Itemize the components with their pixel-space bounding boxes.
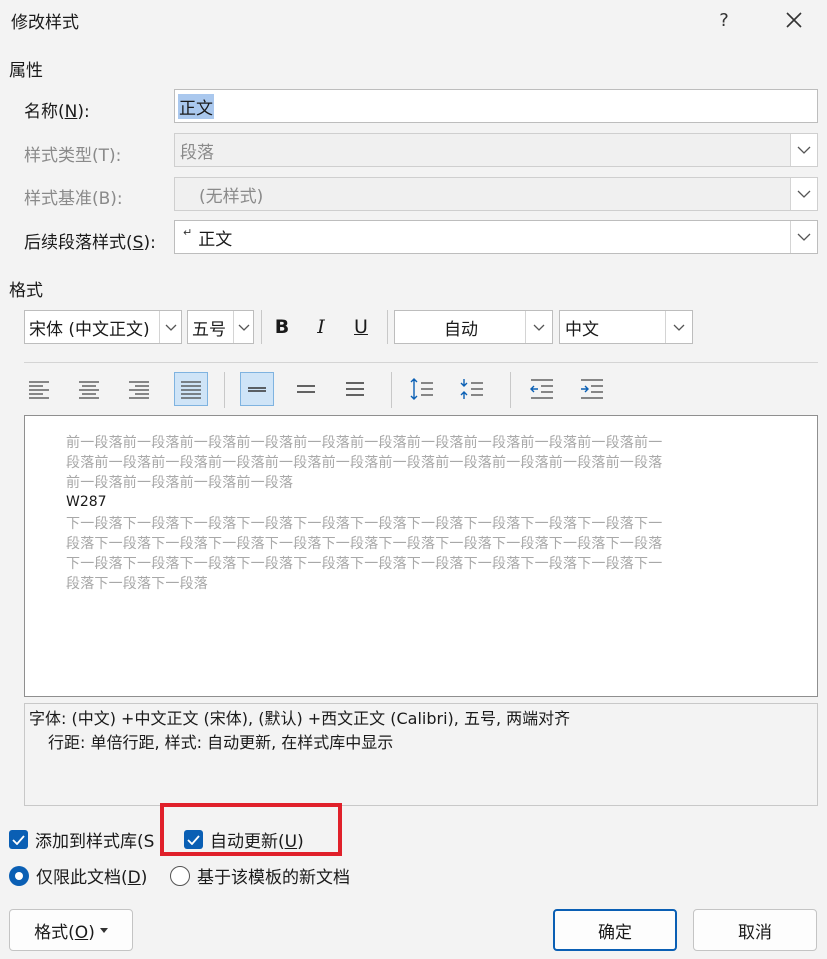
highlight-annotation: [160, 803, 342, 856]
indent-icon: [581, 379, 603, 399]
new-documents-template-radio[interactable]: 基于该模板的新文档: [170, 863, 350, 888]
close-icon: [786, 12, 802, 28]
align-right-button[interactable]: [122, 372, 156, 406]
double-spacing-icon: [346, 382, 364, 396]
format-heading: 格式: [9, 281, 43, 301]
description-line: 行距: 单倍行距, 样式: 自动更新, 在样式库中显示: [48, 733, 394, 752]
font-color-select[interactable]: 自动: [394, 310, 553, 344]
spacing-decrease-icon: [460, 379, 483, 399]
toolbar-divider: [387, 310, 388, 344]
align-left-icon: [29, 381, 49, 399]
spacing-increase-icon: [410, 378, 433, 400]
paragraph-mark-icon: ↵: [183, 225, 193, 239]
increase-indent-button[interactable]: [575, 372, 609, 406]
help-button[interactable]: ?: [706, 4, 742, 36]
align-right-icon: [129, 381, 149, 399]
title-bar: 修改样式 ?: [0, 0, 827, 40]
dropdown-arrow-icon: [99, 927, 108, 933]
increase-spacing-button[interactable]: [405, 372, 439, 406]
radio-selected-icon: [9, 865, 29, 886]
properties-heading: 属性: [9, 61, 43, 81]
toolbar-separator: [24, 362, 818, 363]
add-to-gallery-checkbox[interactable]: 添加到样式库(S: [9, 827, 154, 852]
add-to-gallery-label: 添加到样式库(S: [35, 832, 155, 852]
name-value: 正文: [178, 93, 214, 119]
font-value: 宋体 (中文正文): [29, 319, 150, 340]
outdent-icon: [530, 379, 553, 399]
chevron-down-icon[interactable]: [790, 134, 817, 166]
next-style-select[interactable]: ↵ 正文: [174, 220, 818, 254]
toolbar-divider: [510, 372, 511, 408]
justify-button[interactable]: [174, 372, 208, 406]
style-description: 字体: (中文) +中文正文 (宋体), (默认) +西文正文 (Calibri…: [24, 703, 818, 806]
cancel-button[interactable]: 取消: [693, 909, 817, 951]
single-spacing-button[interactable]: [240, 372, 274, 406]
style-type-label: 样式类型(T):: [24, 146, 122, 166]
onehalf-spacing-button[interactable]: [289, 372, 323, 406]
chevron-down-icon[interactable]: [790, 178, 817, 210]
decrease-spacing-button[interactable]: [455, 372, 489, 406]
name-label: 名称(N):: [24, 102, 90, 122]
new-documents-template-label: 基于该模板的新文档: [197, 868, 350, 888]
decrease-indent-button[interactable]: [525, 372, 559, 406]
font-select[interactable]: 宋体 (中文正文): [24, 310, 182, 344]
sample-text: W287: [66, 494, 107, 510]
next-style-value: 正文: [198, 229, 233, 250]
language-select[interactable]: 中文: [559, 310, 693, 344]
chevron-down-icon[interactable]: [665, 311, 692, 343]
single-spacing-icon: [248, 387, 266, 392]
chevron-down-icon[interactable]: [790, 221, 817, 253]
close-button[interactable]: [774, 4, 814, 36]
style-type-value: 段落: [180, 142, 214, 163]
toolbar-divider: [261, 310, 262, 344]
checkbox-checked-icon: [9, 830, 28, 849]
next-style-label: 后续段落样式(S):: [24, 233, 156, 253]
double-spacing-button[interactable]: [338, 372, 372, 406]
format-button-label: 格式(O): [34, 922, 95, 943]
ok-button[interactable]: 确定: [553, 909, 677, 951]
chevron-down-icon[interactable]: [525, 311, 552, 343]
style-based-select[interactable]: (无样式): [174, 177, 818, 211]
toolbar-divider: [391, 372, 392, 408]
language-value: 中文: [565, 319, 599, 340]
chevron-down-icon[interactable]: [233, 311, 253, 343]
chevron-down-icon[interactable]: [159, 311, 181, 343]
next-paragraph-text: 下一段落下一段落下一段落下一段落下一段落下一段落下一段落下一段落下一段落下一段落…: [66, 516, 663, 592]
style-type-select[interactable]: 段落: [174, 133, 818, 167]
dialog-title: 修改样式: [11, 13, 79, 33]
previous-paragraph-text: 前一段落前一段落前一段落前一段落前一段落前一段落前一段落前一段落前一段落前一段落…: [66, 435, 663, 491]
justify-icon: [181, 381, 201, 399]
size-value: 五号: [192, 319, 226, 340]
description-line: 字体: (中文) +中文正文 (宋体), (默认) +西文正文 (Calibri…: [29, 709, 571, 728]
size-select[interactable]: 五号: [187, 310, 254, 344]
onehalf-spacing-icon: [297, 385, 315, 393]
italic-button[interactable]: I: [304, 310, 338, 344]
align-left-button[interactable]: [22, 372, 56, 406]
name-input[interactable]: 正文: [174, 89, 818, 123]
toolbar-divider: [224, 372, 225, 408]
align-center-icon: [79, 381, 99, 399]
underline-button[interactable]: U: [344, 310, 378, 344]
style-based-value: (无样式): [199, 186, 264, 207]
align-center-button[interactable]: [72, 372, 106, 406]
font-color-value: 自动: [444, 319, 478, 340]
style-based-label: 样式基准(B):: [24, 189, 123, 209]
radio-unselected-icon: [170, 865, 190, 886]
only-this-document-radio[interactable]: 仅限此文档(D): [9, 863, 147, 888]
bold-button[interactable]: B: [265, 310, 299, 344]
style-preview: 前一段落前一段落前一段落前一段落前一段落前一段落前一段落前一段落前一段落前一段落…: [24, 415, 818, 697]
only-this-document-label: 仅限此文档(D): [36, 868, 148, 888]
format-menu-button[interactable]: 格式(O): [9, 909, 133, 951]
